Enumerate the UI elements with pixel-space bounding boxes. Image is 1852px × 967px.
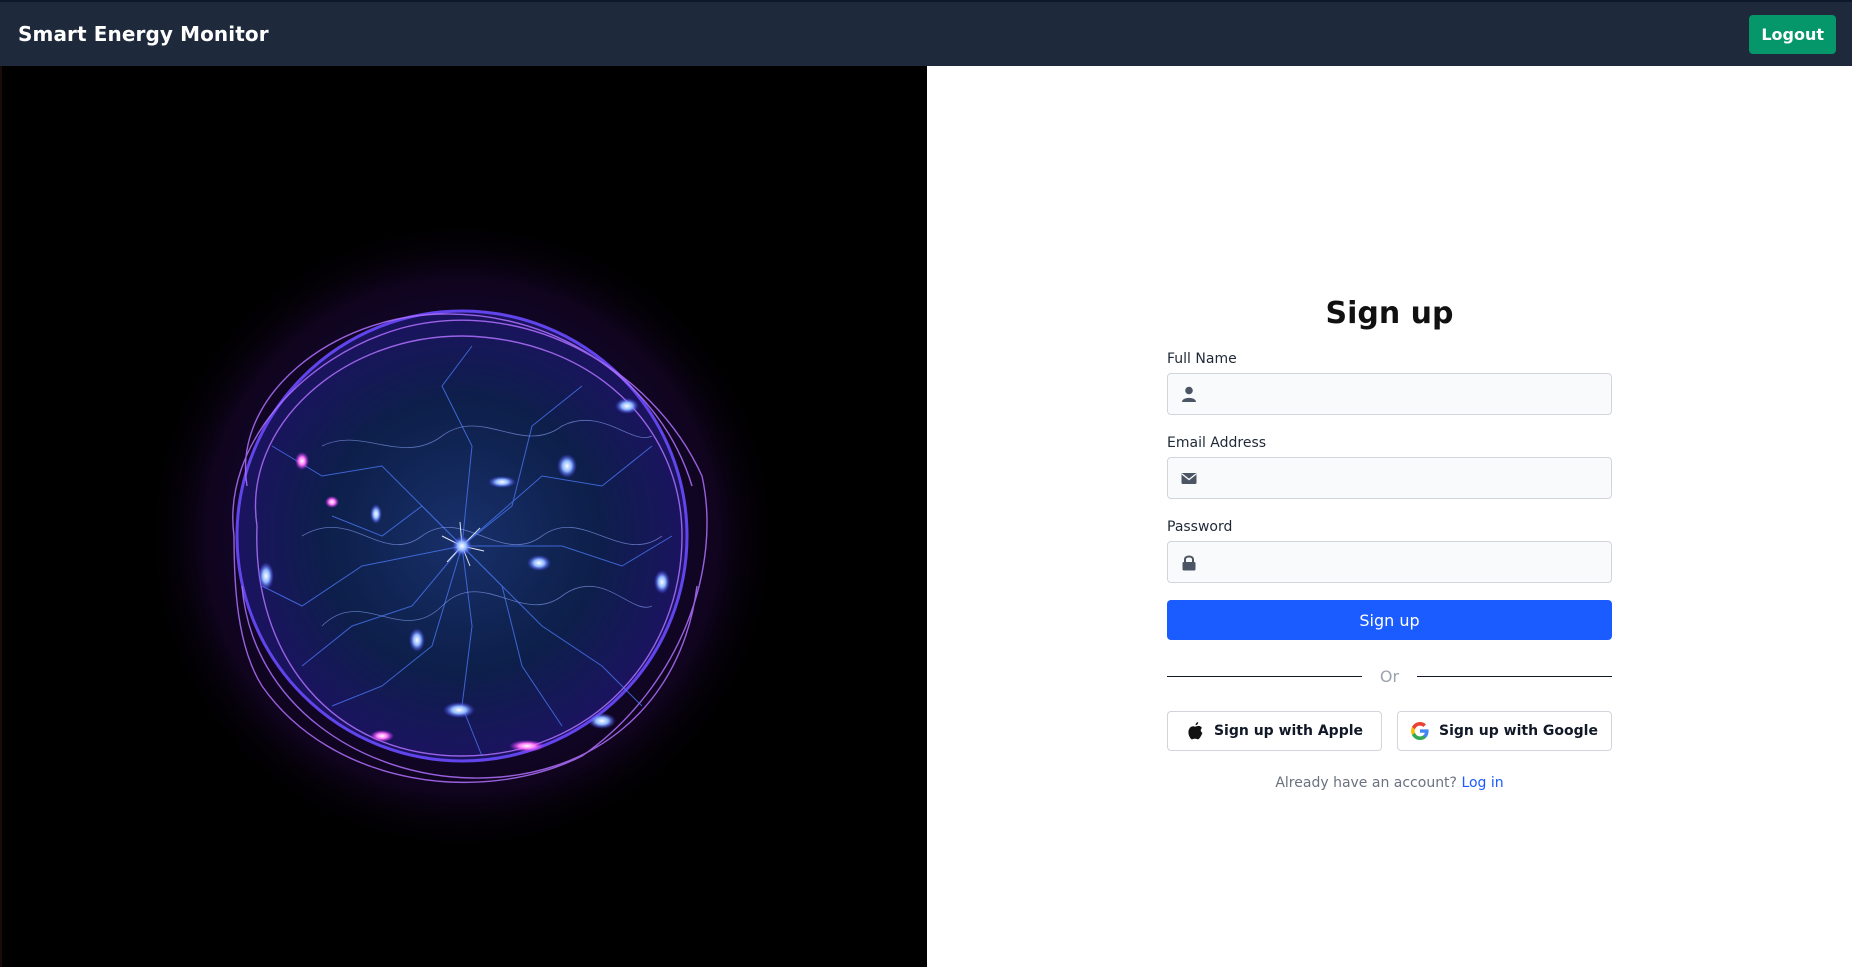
full-name-label: Full Name (1167, 351, 1237, 367)
apple-icon (1188, 722, 1203, 740)
google-icon (1411, 722, 1429, 740)
password-label: Password (1167, 519, 1233, 535)
signup-panel: Sign up Full Name Email Address Password (927, 66, 1852, 967)
divider-line-left (1167, 675, 1362, 677)
signup-form: Sign up Full Name Email Address Password (1167, 296, 1613, 791)
google-signup-label: Sign up with Google (1439, 723, 1598, 739)
login-link[interactable]: Log in (1461, 775, 1503, 791)
signup-submit-button[interactable]: Sign up (1167, 600, 1612, 640)
full-name-field-wrapper (1167, 373, 1612, 415)
password-field-wrapper (1167, 541, 1612, 583)
plasma-orb-illustration (142, 216, 782, 856)
form-title: Sign up (1325, 296, 1454, 331)
email-field-wrapper (1167, 457, 1612, 499)
email-label: Email Address (1167, 435, 1267, 451)
top-navbar: Smart Energy Monitor Logout (0, 0, 1852, 66)
password-input[interactable] (1168, 542, 1611, 582)
divider-line-right (1417, 675, 1613, 677)
apple-signup-label: Sign up with Apple (1213, 723, 1364, 739)
login-prompt-text: Already have an account? (1275, 775, 1457, 791)
divider-text: Or (1379, 666, 1400, 686)
hero-energy-image (0, 66, 927, 967)
google-signup-button[interactable]: Sign up with Google (1397, 711, 1612, 751)
full-name-input[interactable] (1168, 374, 1611, 414)
apple-signup-button[interactable]: Sign up with Apple (1167, 711, 1382, 751)
app-brand: Smart Energy Monitor (18, 22, 269, 46)
logout-button[interactable]: Logout (1749, 14, 1836, 54)
login-prompt: Already have an account? Log in (1167, 775, 1612, 791)
social-signup-row: Sign up with Apple Sign up with Google (1167, 711, 1612, 751)
or-divider: Or (1167, 666, 1613, 686)
email-input[interactable] (1168, 458, 1611, 498)
